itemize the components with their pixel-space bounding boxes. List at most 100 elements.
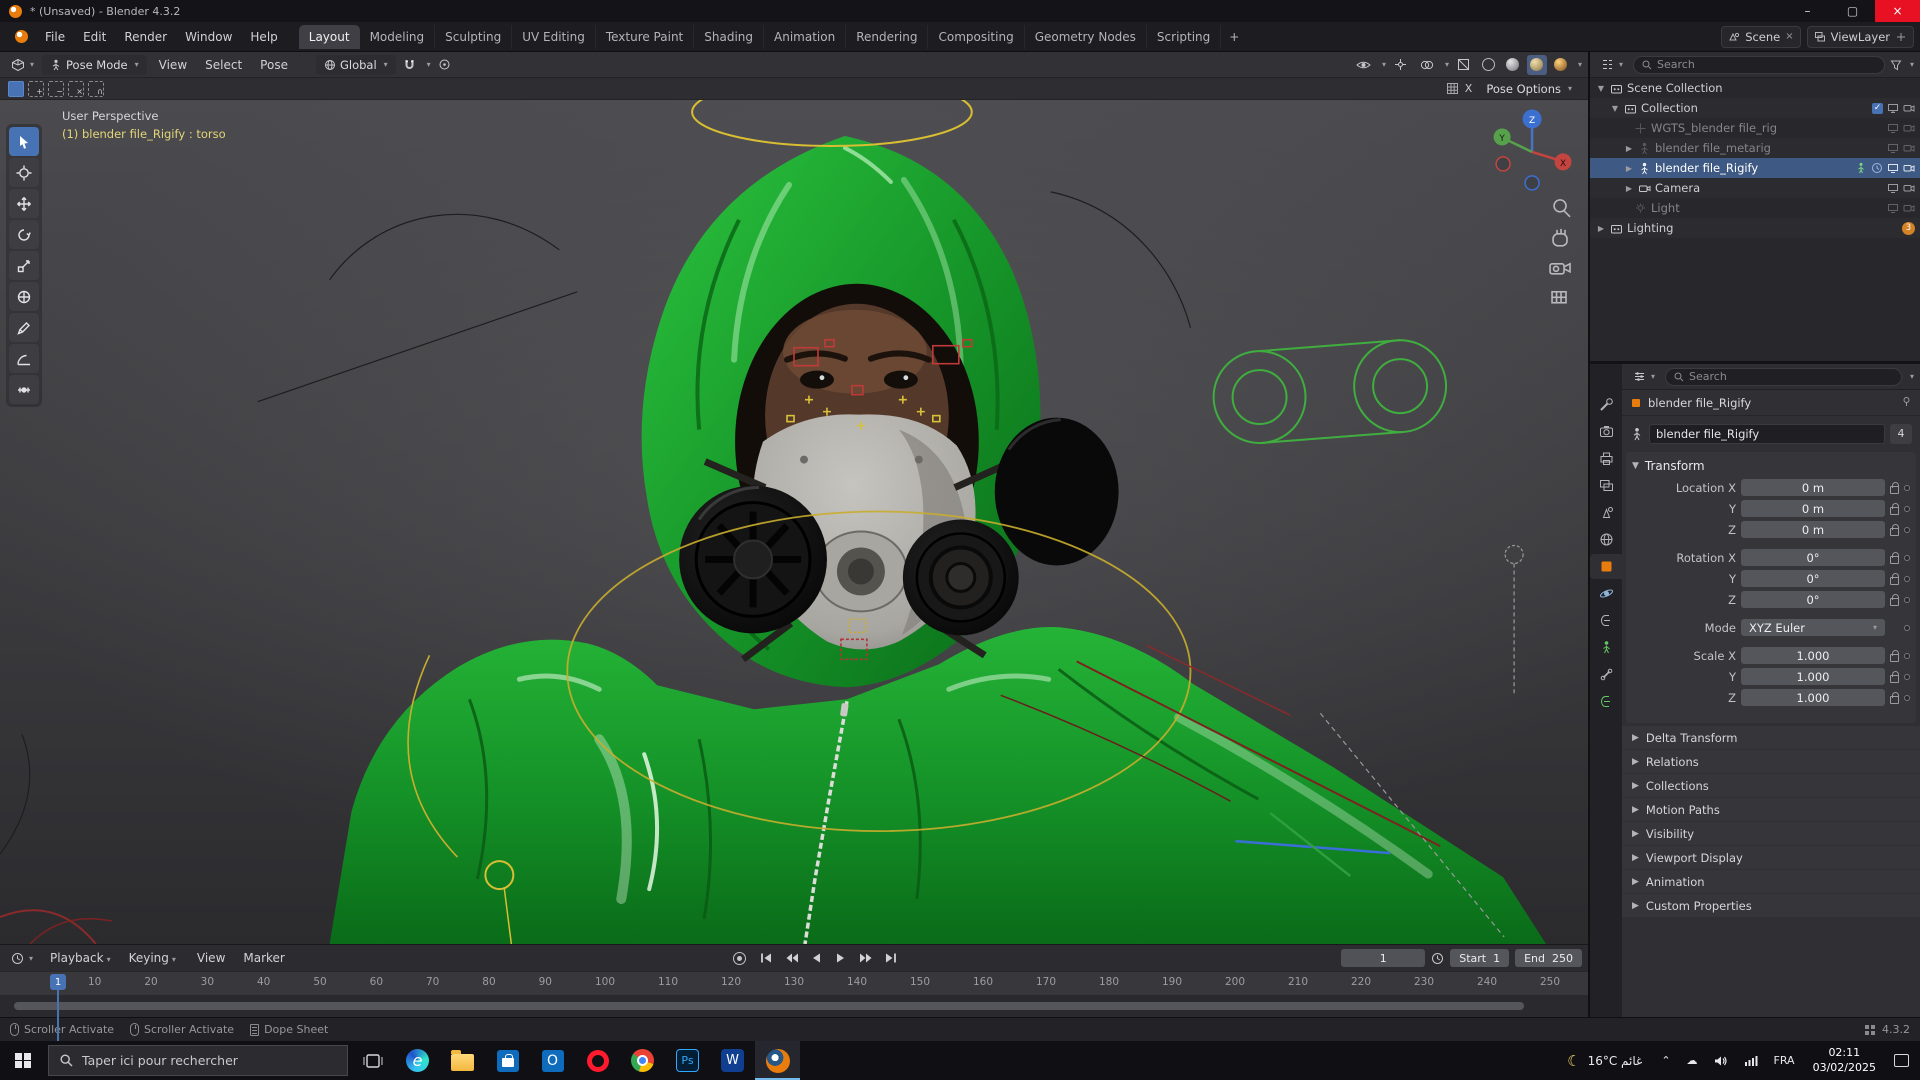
outliner-row-light[interactable]: Light xyxy=(1590,198,1920,218)
network-icon[interactable] xyxy=(1737,1041,1765,1080)
weather-widget[interactable]: ☾ 16°C غائم xyxy=(1557,1052,1652,1070)
animate-dot-icon[interactable] xyxy=(1904,652,1910,659)
add-workspace-button[interactable]: + xyxy=(1221,27,1247,47)
mirror-x-icon[interactable]: X xyxy=(1465,82,1473,95)
snap-magnet-icon[interactable] xyxy=(399,55,421,75)
timeline-editor-type-button[interactable]: ▾ xyxy=(6,950,38,967)
collapsed-panel-header[interactable]: ▶ Collections xyxy=(1622,774,1920,797)
play-button[interactable] xyxy=(830,949,852,968)
minimize-button[interactable]: – xyxy=(1785,0,1830,22)
taskbar-app-store[interactable] xyxy=(485,1041,530,1080)
taskbar-app-outlook[interactable]: O xyxy=(530,1041,575,1080)
mask-filter-back[interactable] xyxy=(994,417,1119,566)
disclosure-triangle-icon[interactable]: ▶ xyxy=(1624,164,1634,173)
toggle-xray-icon[interactable] xyxy=(1453,55,1475,75)
viewlayer-selector[interactable]: ViewLayer xyxy=(1806,25,1914,48)
outliner-row-lighting[interactable]: ▶ Lighting 3 xyxy=(1590,218,1920,238)
workspace-tab[interactable]: Layout xyxy=(298,24,360,49)
disable-in-renders-icon[interactable] xyxy=(1903,202,1915,214)
outliner-row-camera[interactable]: ▶ Camera xyxy=(1590,178,1920,198)
number-field[interactable]: 0 m xyxy=(1741,479,1885,496)
blender-menu-icon[interactable] xyxy=(15,30,28,43)
animate-dot-icon[interactable] xyxy=(1904,505,1910,512)
show-overlays-icon[interactable] xyxy=(1416,55,1438,75)
animate-dot-icon[interactable] xyxy=(1904,575,1910,582)
breadcrumb-object-name[interactable]: blender file_Rigify xyxy=(1648,396,1751,410)
collapsed-panel-header[interactable]: ▶ Visibility xyxy=(1622,822,1920,845)
current-frame-field[interactable]: 1 xyxy=(1341,949,1426,967)
lock-icon[interactable] xyxy=(1890,502,1899,515)
tab-world[interactable] xyxy=(1590,527,1622,552)
new-viewlayer-icon[interactable] xyxy=(1895,31,1907,43)
disclosure-triangle-icon[interactable]: ▶ xyxy=(1624,184,1634,193)
outliner-item-label[interactable]: Collection xyxy=(1641,101,1868,115)
transform-pivot-icon[interactable] xyxy=(1446,82,1459,95)
mode-dropdown[interactable]: Pose Mode ▾ xyxy=(42,54,147,75)
number-field[interactable]: 1.000 xyxy=(1741,689,1885,706)
mask-filter-right[interactable] xyxy=(902,519,1019,636)
disclosure-triangle-icon[interactable]: ▶ xyxy=(1596,224,1606,233)
collapsed-panel-header[interactable]: ▶ Relations xyxy=(1622,750,1920,773)
animate-dot-icon[interactable] xyxy=(1904,554,1910,561)
disclosure-triangle-icon[interactable]: ▼ xyxy=(1610,104,1620,113)
clock-widget[interactable]: 02:11 03/02/2025 xyxy=(1804,1046,1885,1076)
maximize-button[interactable]: ▢ xyxy=(1830,0,1875,22)
filter-icon[interactable] xyxy=(1890,59,1902,71)
show-gizmo-icon[interactable] xyxy=(1390,55,1412,75)
taskbar-app-chrome[interactable] xyxy=(620,1041,665,1080)
chevron-down-icon[interactable]: ▾ xyxy=(1445,60,1449,69)
collapsed-panel-header[interactable]: ▶ Viewport Display xyxy=(1622,846,1920,869)
workspace-tab[interactable]: UV Editing xyxy=(512,24,596,49)
collection-checkbox[interactable]: ✓ xyxy=(1872,102,1883,114)
disclosure-triangle-icon[interactable]: ▼ xyxy=(1596,84,1606,93)
mask-filter-left[interactable] xyxy=(679,485,827,634)
lock-icon[interactable] xyxy=(1890,593,1899,606)
notification-center-button[interactable] xyxy=(1887,1041,1916,1080)
tray-chevron-icon[interactable]: ⌃ xyxy=(1654,1041,1677,1080)
disable-in-renders-icon[interactable] xyxy=(1903,162,1915,174)
outliner-search-input[interactable]: Search xyxy=(1633,55,1885,74)
lock-icon[interactable] xyxy=(1890,691,1899,704)
jump-next-keyframe-button[interactable] xyxy=(855,949,877,968)
topbar-menu-item[interactable]: File xyxy=(36,27,74,47)
scene-selector[interactable]: Scene × xyxy=(1721,25,1801,48)
collapsed-panel-header[interactable]: ▶ Custom Properties xyxy=(1622,894,1920,917)
tab-render[interactable] xyxy=(1590,419,1622,444)
outliner-row-metarig[interactable]: ▶ blender file_metarig xyxy=(1590,138,1920,158)
outliner-item-label[interactable]: WGTS_blender file_rig xyxy=(1651,121,1883,135)
tab-output[interactable] xyxy=(1590,446,1622,471)
viewport-menu-item[interactable]: Select xyxy=(196,55,251,75)
tab-physics[interactable] xyxy=(1590,581,1622,606)
timeline-menu-item[interactable]: View xyxy=(188,948,234,968)
lock-icon[interactable] xyxy=(1890,572,1899,585)
users-count-badge[interactable]: 4 xyxy=(1890,424,1912,444)
taskbar-search-input[interactable]: Taper ici pour rechercher xyxy=(48,1045,348,1076)
select-mode-extend-icon[interactable]: + xyxy=(28,80,44,97)
collapsed-panel-header[interactable]: ▶ Motion Paths xyxy=(1622,798,1920,821)
pin-icon[interactable] xyxy=(1901,396,1912,407)
shading-material-button[interactable] xyxy=(1526,54,1547,75)
number-field[interactable]: 0° xyxy=(1741,591,1885,608)
animate-dot-icon[interactable] xyxy=(1904,596,1910,603)
animate-dot-icon[interactable] xyxy=(1904,673,1910,680)
snap-options-chevron-icon[interactable]: ▾ xyxy=(427,60,431,69)
auto-keying-toggle[interactable] xyxy=(733,951,747,965)
workspace-tab[interactable]: Geometry Nodes xyxy=(1025,24,1147,49)
number-field[interactable]: 0 m xyxy=(1741,521,1885,538)
topbar-menu-item[interactable]: Edit xyxy=(74,27,115,47)
collapsed-panel-header[interactable]: ▶ Animation xyxy=(1622,870,1920,893)
number-field[interactable]: 0° xyxy=(1741,549,1885,566)
animate-dot-icon[interactable] xyxy=(1904,694,1910,701)
workspace-tab[interactable]: Compositing xyxy=(928,24,1025,49)
outliner-editor-type-button[interactable]: ▾ xyxy=(1596,56,1628,73)
language-indicator[interactable]: FRA xyxy=(1767,1041,1802,1080)
proportional-editing-icon[interactable] xyxy=(434,55,456,75)
lock-icon[interactable] xyxy=(1890,481,1899,494)
number-field[interactable]: 1.000 xyxy=(1741,647,1885,664)
workspace-tab[interactable]: Scripting xyxy=(1147,24,1222,49)
unlink-scene-icon[interactable]: × xyxy=(1785,31,1793,42)
preview-range-clock-icon[interactable] xyxy=(1431,952,1444,965)
shading-rendered-button[interactable] xyxy=(1551,55,1571,75)
animate-dot-icon[interactable] xyxy=(1904,526,1910,533)
object-name-field[interactable]: blender file_Rigify xyxy=(1649,424,1885,444)
